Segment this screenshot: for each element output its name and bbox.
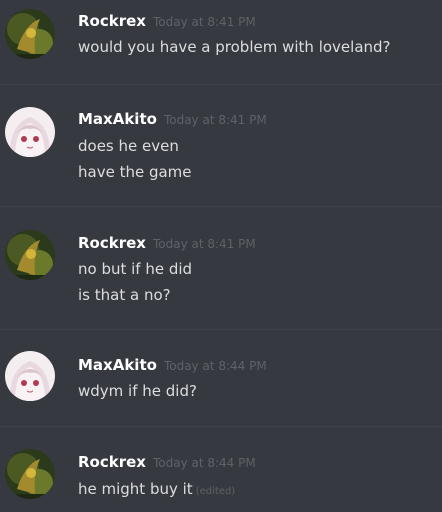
maxakito-avatar[interactable] xyxy=(5,107,55,157)
message-timestamp: Today at 8:41 PM xyxy=(163,113,267,127)
message-text: is that a no? xyxy=(78,286,171,304)
message-text: he might buy it (edited) xyxy=(78,480,236,498)
rockrex-avatar[interactable] xyxy=(5,9,55,59)
message-timestamp: Today at 8:44 PM xyxy=(152,456,256,470)
message-timestamp: Today at 8:44 PM xyxy=(163,359,267,373)
rockrex-avatar[interactable] xyxy=(5,230,55,280)
message-divider xyxy=(0,426,442,427)
message-text: does he even xyxy=(78,137,179,155)
message-divider xyxy=(0,84,442,85)
message-author[interactable]: Rockrex Today at 8:41 PM xyxy=(78,234,256,253)
message-timestamp: Today at 8:41 PM xyxy=(152,15,256,29)
message-author[interactable]: MaxAkito Today at 8:44 PM xyxy=(78,356,267,375)
maxakito-avatar[interactable] xyxy=(5,351,55,401)
message-text: wdym if he did? xyxy=(78,382,197,400)
message-divider xyxy=(0,206,442,207)
chat-message-list: Rockrex Today at 8:41 PM would you have a… xyxy=(0,0,442,512)
message-divider xyxy=(0,329,442,330)
message-author[interactable]: Rockrex Today at 8:41 PM xyxy=(78,12,256,31)
rockrex-avatar[interactable] xyxy=(5,449,55,499)
message-text: would you have a problem with loveland? xyxy=(78,38,391,56)
message-text: have the game xyxy=(78,163,192,181)
message-author[interactable]: MaxAkito Today at 8:41 PM xyxy=(78,110,267,129)
message-author[interactable]: Rockrex Today at 8:44 PM xyxy=(78,453,256,472)
message-timestamp: Today at 8:41 PM xyxy=(152,237,256,251)
edited-indicator: (edited) xyxy=(195,486,236,497)
message-text: no but if he did xyxy=(78,260,193,278)
